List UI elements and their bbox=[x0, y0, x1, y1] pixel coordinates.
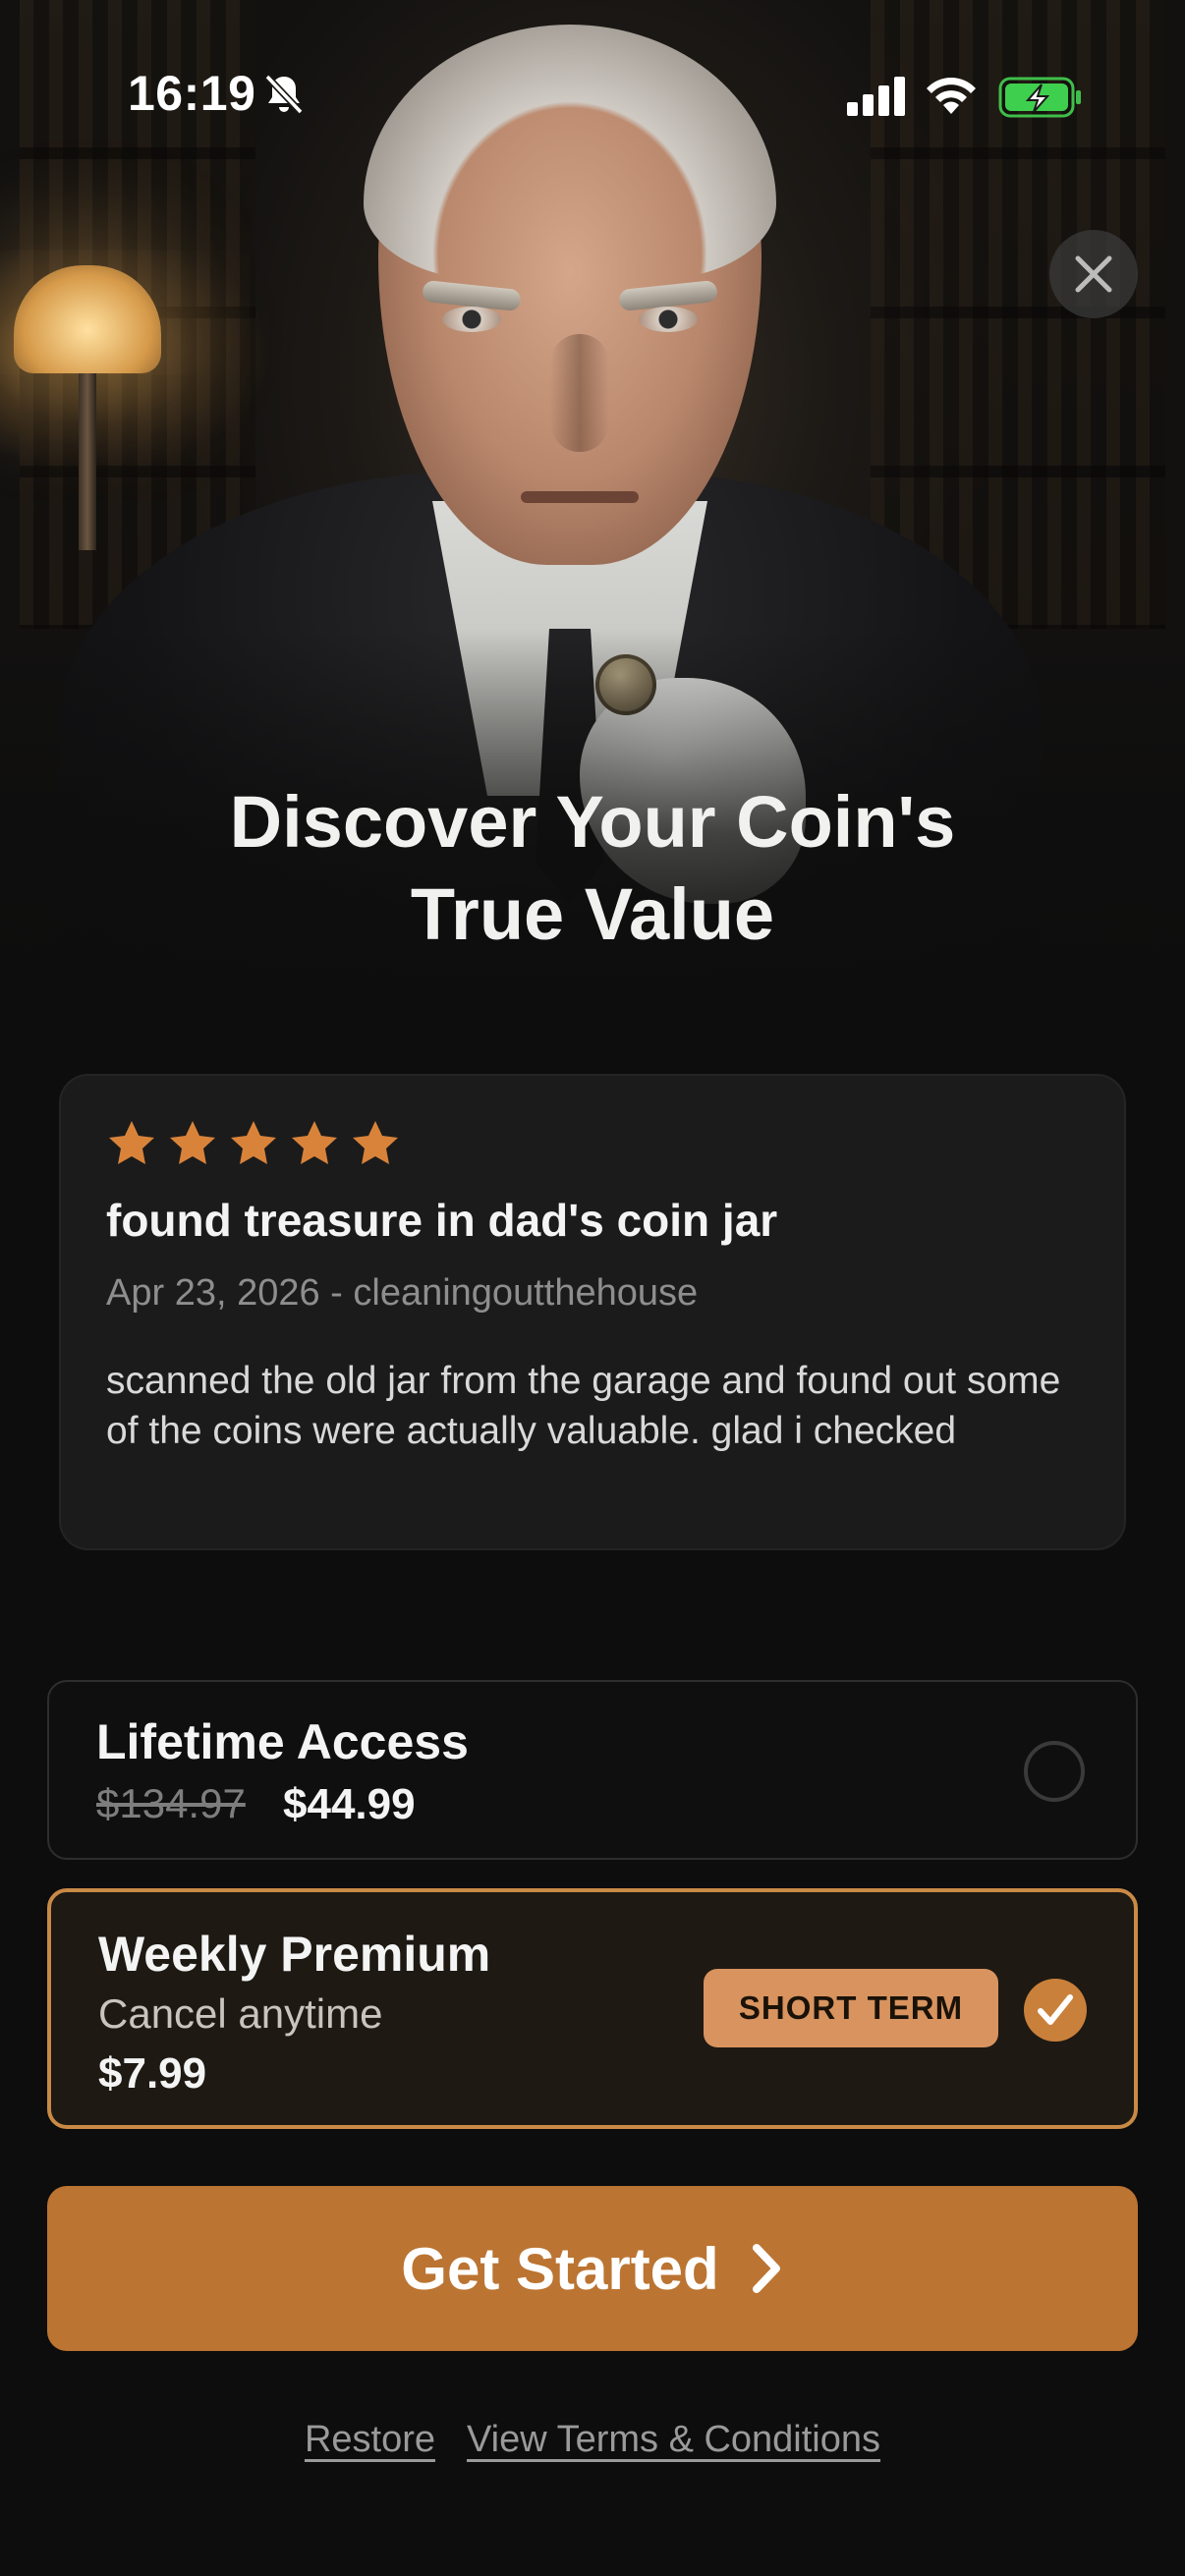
checkmark-icon bbox=[1038, 1994, 1073, 2025]
short-term-badge: SHORT TERM bbox=[704, 1969, 998, 2047]
wifi-icon bbox=[927, 78, 976, 114]
cta-label: Get Started bbox=[401, 2235, 719, 2302]
star-icon bbox=[231, 1121, 276, 1164]
review-title: found treasure in dad's coin jar bbox=[106, 1195, 778, 1246]
plan-price: $7.99 bbox=[98, 2049, 207, 2098]
status-time: 16:19 bbox=[128, 66, 256, 121]
battery-charging-icon bbox=[998, 77, 1081, 118]
plan-option-weekly[interactable]: Weekly Premium Cancel anytime $7.99 SHOR… bbox=[47, 1888, 1138, 2129]
terms-link[interactable]: View Terms & Conditions bbox=[467, 2419, 880, 2461]
star-icon bbox=[170, 1121, 215, 1164]
headline-line-2: True Value bbox=[410, 873, 775, 955]
plan-name: Lifetime Access bbox=[96, 1714, 469, 1769]
plan-subtitle: Cancel anytime bbox=[98, 1990, 383, 2037]
restore-link[interactable]: Restore bbox=[305, 2419, 435, 2461]
review-meta: Apr 23, 2026 - cleaningoutthehouse bbox=[106, 1272, 699, 1314]
footer-links: Restore View Terms & Conditions bbox=[0, 2419, 1185, 2461]
mouth bbox=[521, 491, 639, 503]
close-button[interactable] bbox=[1049, 230, 1138, 318]
plan-name: Weekly Premium bbox=[98, 1927, 491, 1982]
cellular-signal-icon bbox=[847, 77, 905, 116]
left-eye bbox=[442, 307, 501, 332]
radio-selected[interactable] bbox=[1024, 1979, 1087, 2042]
close-icon bbox=[1075, 255, 1112, 293]
star-rating bbox=[106, 1119, 401, 1170]
mute-bell-icon bbox=[264, 74, 304, 115]
star-icon bbox=[109, 1121, 154, 1164]
radio-unselected[interactable] bbox=[1024, 1741, 1085, 1802]
get-started-button[interactable]: Get Started bbox=[47, 2186, 1138, 2351]
headline: Discover Your Coin's True Value bbox=[0, 776, 1185, 961]
nose bbox=[550, 334, 609, 452]
right-eye bbox=[639, 307, 698, 332]
status-bar: 16:19 bbox=[0, 0, 1185, 187]
review-card: found treasure in dad's coin jar Apr 23,… bbox=[59, 1074, 1126, 1550]
headline-line-1: Discover Your Coin's bbox=[229, 781, 956, 863]
star-icon bbox=[292, 1121, 337, 1164]
original-price: $134.97 bbox=[96, 1780, 246, 1826]
review-body: scanned the old jar from the garage and … bbox=[106, 1360, 1061, 1452]
plan-option-lifetime[interactable]: Lifetime Access $134.97 $44.99 bbox=[47, 1680, 1138, 1860]
star-icon bbox=[353, 1121, 398, 1164]
chevron-right-icon bbox=[752, 2244, 780, 2293]
paywall-screen: 16:19 Discover Your Coin's True Value fo… bbox=[0, 0, 1185, 2576]
plan-price: $44.99 bbox=[283, 1780, 416, 1828]
